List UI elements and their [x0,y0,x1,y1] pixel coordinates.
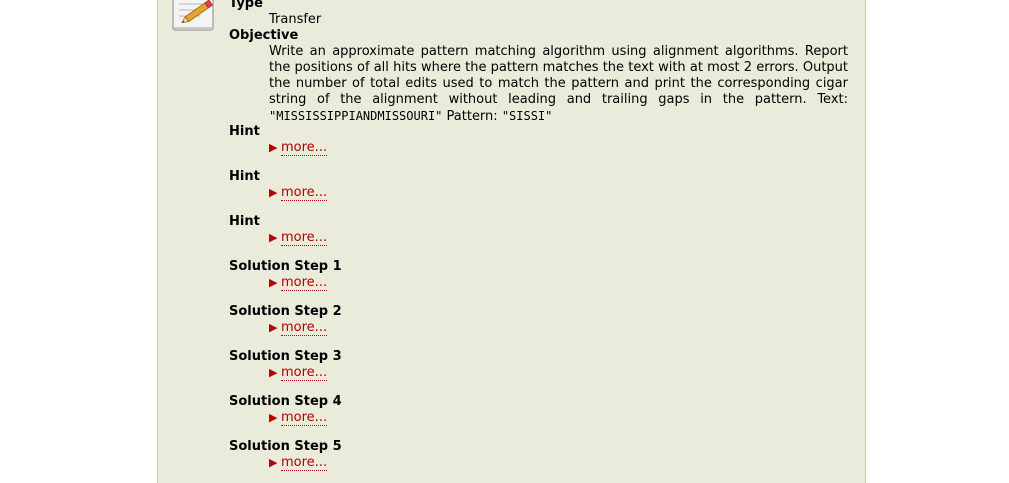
solution-step-4-more-link[interactable]: ▶ more... [269,410,328,426]
solution-step-label: Solution Step 4 [229,394,342,409]
hint-2-more-link[interactable]: ▶ more... [269,185,328,201]
hint-label: Hint [229,214,260,229]
triangle-right-icon: ▶ [269,231,278,244]
more-link-text: more... [281,365,328,381]
more-link-text: more... [281,230,328,246]
more-link-text: more... [281,320,328,336]
solution-step-5-more-link[interactable]: ▶ more... [269,455,328,471]
triangle-right-icon: ▶ [269,141,278,154]
objective-text-code: "MISSISSIPPIANDMISSOURI" [269,109,443,123]
objective-text-part: Pattern: [442,109,502,124]
hint-3-more-link[interactable]: ▶ more... [269,230,328,246]
hint-label: Hint [229,169,260,184]
objective-text-part: Write an approximate pattern matching al… [269,44,848,107]
type-value: Transfer [269,12,322,27]
hint-1-more-link[interactable]: ▶ more... [269,140,328,156]
solution-step-1-more-link[interactable]: ▶ more... [269,275,328,291]
more-link-text: more... [281,275,328,291]
triangle-right-icon: ▶ [269,276,278,289]
more-link-text: more... [281,410,328,426]
solution-step-2-more-link[interactable]: ▶ more... [269,320,328,336]
objective-text-code: "SISSI" [501,109,553,123]
solution-step-label: Solution Step 2 [229,304,342,319]
hint-label: Hint [229,124,260,139]
solution-step-label: Solution Step 5 [229,439,342,454]
solution-step-label: Solution Step 3 [229,349,342,364]
objective-text: Write an approximate pattern matching al… [269,44,848,125]
triangle-right-icon: ▶ [269,411,278,424]
triangle-right-icon: ▶ [269,321,278,334]
triangle-right-icon: ▶ [269,456,278,469]
type-label: Type [229,0,263,11]
solution-step-label: Solution Step 1 [229,259,342,274]
triangle-right-icon: ▶ [269,366,278,379]
more-link-text: more... [281,455,328,471]
more-link-text: more... [281,185,328,201]
objective-label: Objective [229,28,299,43]
triangle-right-icon: ▶ [269,186,278,199]
document-edit-icon [172,0,214,31]
more-link-text: more... [281,140,328,156]
solution-step-3-more-link[interactable]: ▶ more... [269,365,328,381]
